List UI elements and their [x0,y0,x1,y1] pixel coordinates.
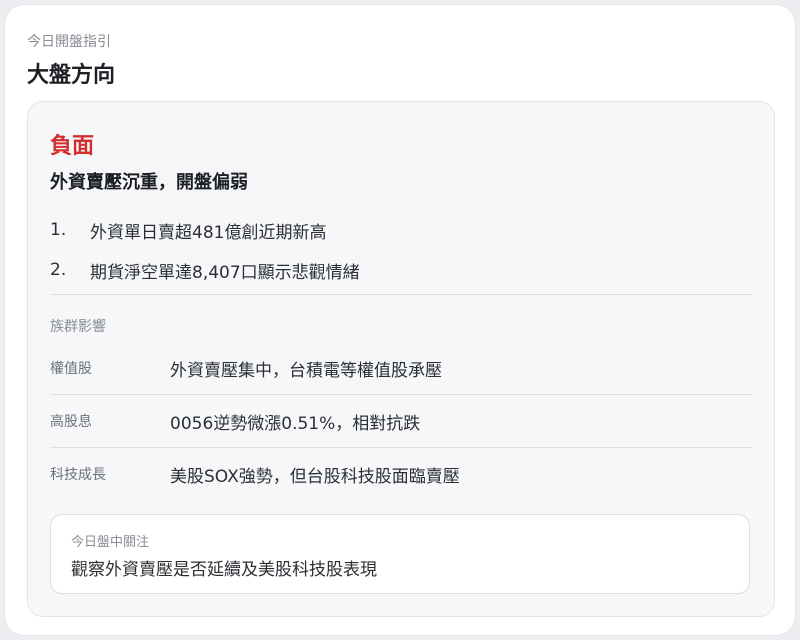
sector-row: 高股息 0056逆勢微漲0.51%，相對抗跌 [50,395,752,448]
watch-text: 觀察外資賣壓是否延續及美股科技股表現 [71,560,377,580]
watch-label: 今日盤中關注 [71,535,150,550]
sector-impact-list: 權值股 外資賣壓集中，台積電等權值股承壓 高股息 0056逆勢微漲0.51%，相… [50,342,752,500]
sector-impact-label: 族群影響 [50,319,106,335]
sector-name: 高股息 [50,414,92,430]
sector-note: 美股SOX強勢，但台股科技股面臨賣壓 [170,466,460,487]
sector-row: 科技成長 美股SOX強勢，但台股科技股面臨賣壓 [50,448,752,500]
card-eyebrow: 今日開盤指引 [27,34,111,50]
key-point-number: 2. [50,260,67,280]
sector-note: 0056逆勢微漲0.51%，相對抗跌 [170,413,421,434]
sector-row: 權值股 外資賣壓集中，台積電等權值股承壓 [50,342,752,395]
sector-name: 科技成長 [50,467,106,483]
section-divider [50,294,752,295]
key-point-number: 1. [50,220,67,240]
key-point-text: 期貨淨空單達8,407口顯示悲觀情緒 [90,262,360,283]
key-point-text: 外資單日賣超481億創近期新高 [90,222,327,243]
intraday-watch-box: 今日盤中關注 觀察外資賣壓是否延續及美股科技股表現 [50,514,750,594]
outlook-panel: 負面 外資賣壓沉重，開盤偏弱 1. 外資單日賣超481億創近期新高 2. 期貨淨… [27,101,775,617]
key-point: 1. 外資單日賣超481億創近期新高 [50,210,750,250]
key-points-list: 1. 外資單日賣超481億創近期新高 2. 期貨淨空單達8,407口顯示悲觀情緒 [50,210,750,290]
card-title: 大盤方向 [27,63,116,88]
outlook-headline: 外資賣壓沉重，開盤偏弱 [50,172,248,193]
key-point: 2. 期貨淨空單達8,407口顯示悲觀情緒 [50,250,750,290]
market-guide-card: 今日開盤指引 大盤方向 負面 外資賣壓沉重，開盤偏弱 1. 外資單日賣超481億… [4,4,796,636]
sentiment-label: 負面 [50,134,95,159]
sector-name: 權值股 [50,361,92,377]
sector-note: 外資賣壓集中，台積電等權值股承壓 [170,360,442,381]
